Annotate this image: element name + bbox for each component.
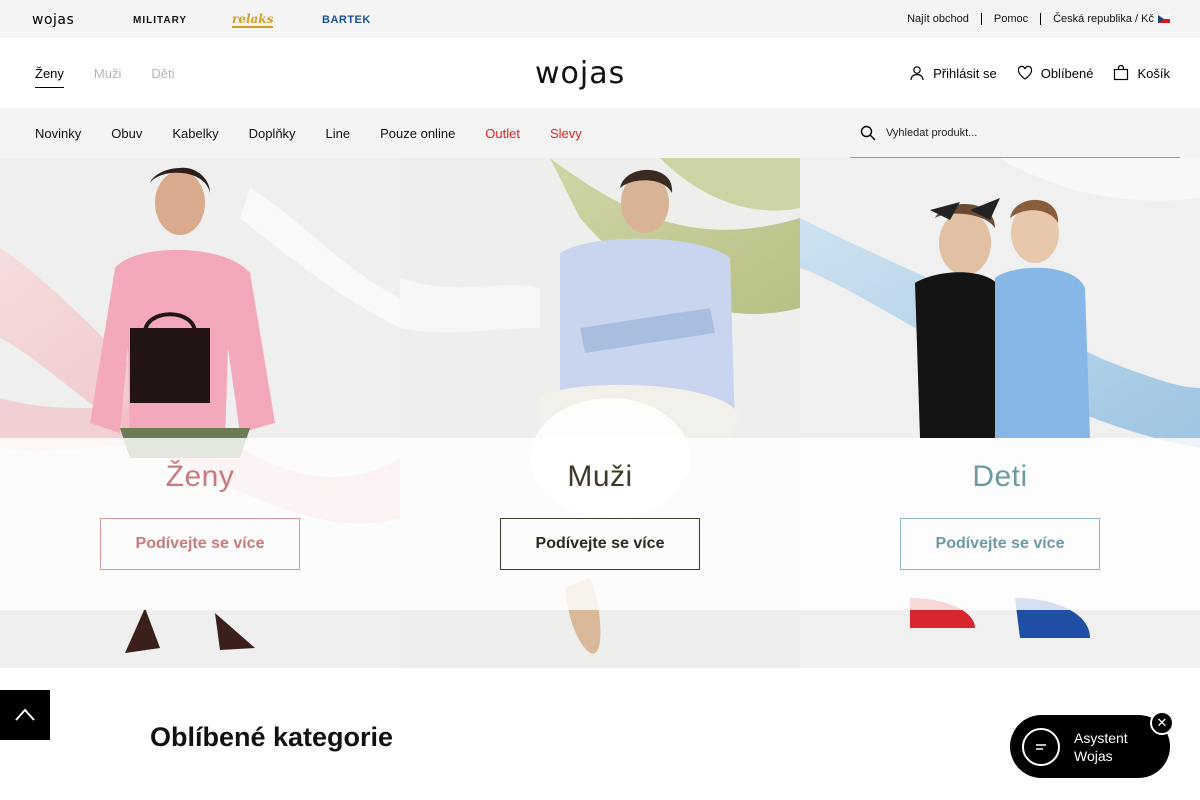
user-icon [910,66,924,81]
assistant-label: Asystent Wojas [1074,729,1128,765]
hero-panel-kids[interactable]: Deti Podívejte se více [800,158,1200,668]
chevron-up-icon [15,708,35,721]
kids-see-more-button[interactable]: Podívejte se více [900,518,1100,570]
assistant-label-line2: Wojas [1074,747,1113,764]
assistant-label-line1: Asystent [1074,729,1128,746]
nav-item-slevy[interactable]: Slevy [550,126,582,141]
hero-panel-women[interactable]: Ženy Podívejte se více [0,158,400,668]
nav-item-kabelky[interactable]: Kabelky [172,126,218,141]
brand-link-wojas[interactable]: wojas [32,12,74,28]
brand-link-bartek[interactable]: BARTEK [322,12,371,28]
search-icon[interactable] [860,125,876,141]
search-input[interactable] [886,126,1156,139]
tab-women[interactable]: Ženy [35,66,64,88]
main-header: Ženy Muži Děti wojas Přihlásit se Oblíbe… [0,38,1200,108]
close-icon[interactable]: ✕ [1150,711,1174,735]
popular-categories-title: Oblíbené kategorie [150,722,394,752]
country-currency-label: Česká republika / Kč [1053,13,1154,25]
help-link[interactable]: Pomoc [982,13,1042,25]
country-currency-selector[interactable]: Česká republika / Kč [1041,13,1170,25]
shopping-bag-icon [1114,65,1129,81]
kids-panel-title: Deti [972,460,1028,493]
heart-icon [1017,65,1032,80]
top-bar: wojas MILITARY relaks BARTEK Najít obcho… [0,0,1200,38]
nav-item-obuv[interactable]: Obuv [111,126,142,141]
hero-section: Ženy Podívejte se více Muži Podívejte se… [0,158,1200,668]
gender-tabs: Ženy Muži Děti [35,66,174,88]
nav-item-novinky[interactable]: Novinky [35,126,81,141]
brand-link-relaks[interactable]: relaks [232,12,274,28]
nav-item-line[interactable]: Line [326,126,351,141]
men-panel-title: Muži [567,460,633,493]
find-store-link[interactable]: Najít obchod [895,13,982,25]
favorites-button[interactable]: Oblíbené [1017,65,1094,81]
nav-item-pouze-online[interactable]: Pouze online [380,126,455,141]
women-see-more-button[interactable]: Podívejte se více [100,518,300,570]
scroll-to-top-button[interactable] [0,690,50,740]
women-panel-title: Ženy [165,460,235,493]
tab-men[interactable]: Muži [94,66,121,88]
cart-label: Košík [1137,65,1170,81]
header-actions: Přihlásit se Oblíbené Košík [909,65,1170,81]
nav-item-doplnky[interactable]: Doplňky [249,126,296,141]
category-nav: Novinky Obuv Kabelky Doplňky Line Pouze … [0,108,1200,158]
nav-item-outlet[interactable]: Outlet [485,126,520,141]
men-see-more-button[interactable]: Podívejte se více [500,518,700,570]
chat-bubble-icon [1022,727,1060,766]
nav-items: Novinky Obuv Kabelky Doplňky Line Pouze … [35,108,582,158]
czech-flag-icon [1158,15,1170,23]
site-logo[interactable]: wojas [535,56,625,91]
assistant-chat-widget[interactable]: Asystent Wojas [1010,715,1170,778]
cart-button[interactable]: Košík [1113,65,1170,81]
search-bar [850,108,1180,158]
top-links: Najít obchod Pomoc Česká republika / Kč [895,0,1170,38]
hero-panel-men[interactable]: Muži Podívejte se více [400,158,800,668]
brand-link-military[interactable]: MILITARY [133,12,187,28]
login-button[interactable]: Přihlásit se [909,65,997,81]
favorites-label: Oblíbené [1040,65,1094,81]
login-label: Přihlásit se [933,65,997,81]
tab-kids[interactable]: Děti [151,66,174,88]
